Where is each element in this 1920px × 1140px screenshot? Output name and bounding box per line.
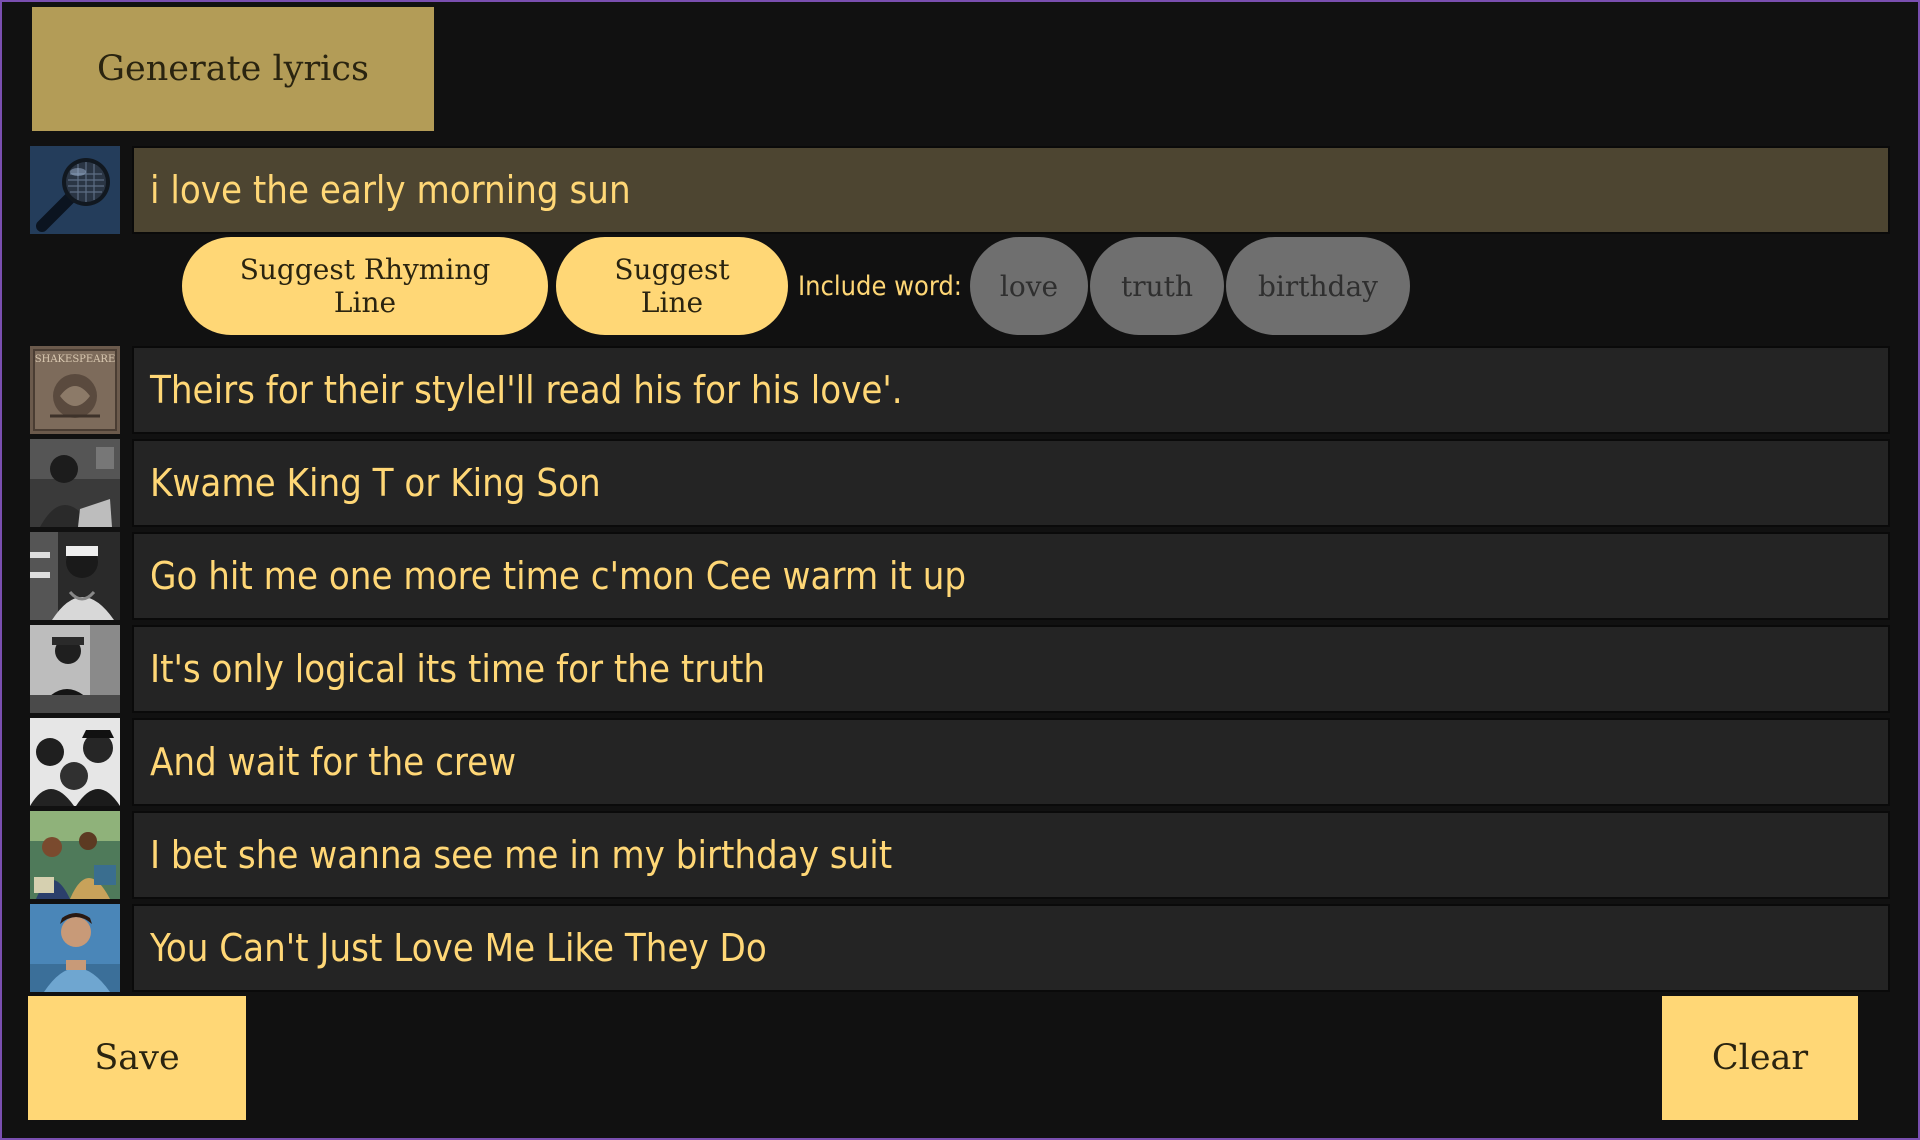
word-chip-love[interactable]: love	[970, 237, 1088, 335]
group-avatar	[30, 718, 120, 806]
svg-text:SHAKESPEARE: SHAKESPEARE	[35, 354, 116, 365]
input-row	[30, 146, 1892, 234]
include-word-label: Include word:	[798, 270, 962, 302]
lyric-input[interactable]	[132, 146, 1890, 234]
lyric-row: It's only logical its time for the truth	[30, 625, 1892, 713]
artist-avatar	[30, 625, 120, 713]
lyric-row: And wait for the crew	[30, 718, 1892, 806]
save-button[interactable]: Save	[28, 996, 246, 1120]
lyric-line[interactable]: I bet she wanna see me in my birthday su…	[132, 811, 1890, 899]
lyric-line[interactable]: You Can't Just Love Me Like They Do	[132, 904, 1890, 992]
lyric-line[interactable]: Go hit me one more time c'mon Cee warm i…	[132, 532, 1890, 620]
clear-button[interactable]: Clear	[1662, 996, 1858, 1120]
lyric-line[interactable]: Kwame King T or King Son	[132, 439, 1890, 527]
colorful-group-avatar	[30, 811, 120, 899]
book-cover-avatar: SHAKESPEARE	[30, 346, 120, 434]
lyric-line[interactable]: It's only logical its time for the truth	[132, 625, 1890, 713]
lyric-row: I bet she wanna see me in my birthday su…	[30, 811, 1892, 899]
suggestion-bar: Suggest Rhyming Line Suggest Line Includ…	[182, 237, 1410, 335]
word-chip-birthday[interactable]: birthday	[1226, 237, 1410, 335]
word-chip-truth[interactable]: truth	[1090, 237, 1224, 335]
generate-lyrics-button[interactable]: Generate lyrics	[32, 7, 434, 131]
lyric-row: You Can't Just Love Me Like They Do	[30, 904, 1892, 992]
artist-avatar	[30, 532, 120, 620]
suggest-rhyming-line-button[interactable]: Suggest Rhyming Line	[182, 237, 548, 335]
lyric-row: SHAKESPEARE Theirs for their styleI'll r…	[30, 346, 1892, 434]
lyric-line[interactable]: And wait for the crew	[132, 718, 1890, 806]
lyric-line[interactable]: Theirs for their styleI'll read his for …	[132, 346, 1890, 434]
lyric-row: Kwame King T or King Son	[30, 439, 1892, 527]
microphone-icon	[30, 146, 120, 234]
suggest-line-button[interactable]: Suggest Line	[556, 237, 788, 335]
app-frame: Generate lyrics Suggest Rhyming Li	[0, 0, 1920, 1140]
artist-avatar	[30, 439, 120, 527]
artist-avatar	[30, 904, 120, 992]
lyric-row: Go hit me one more time c'mon Cee warm i…	[30, 532, 1892, 620]
